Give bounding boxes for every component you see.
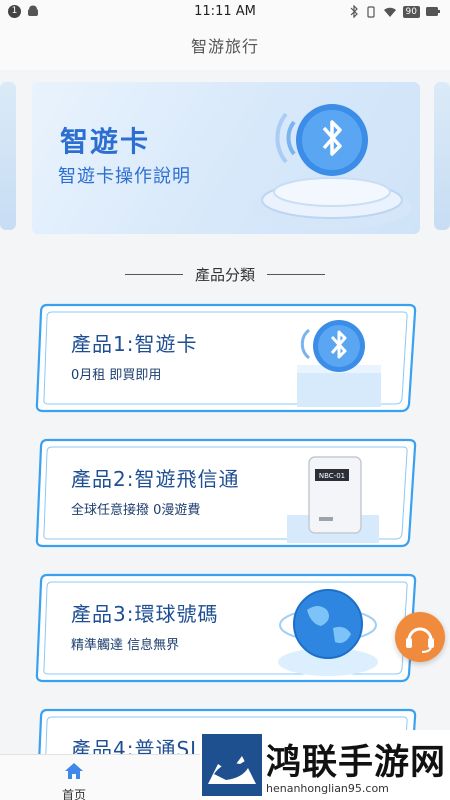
banner-title: 智遊卡 xyxy=(60,125,151,158)
device-icon: NBC-01 xyxy=(287,456,379,543)
banner-next-peek[interactable] xyxy=(434,82,450,230)
watermark-text: 鸿联手游网 xyxy=(266,742,447,783)
tab-home[interactable]: 首页 xyxy=(38,759,110,800)
product-title: 產品1:智遊卡 xyxy=(71,332,198,356)
product-subtitle: 全球任意接撥 0漫遊費 xyxy=(71,503,201,518)
bluetooth-coin-icon xyxy=(252,104,412,229)
wifi-icon xyxy=(383,7,396,17)
product-title: 產品2:智遊飛信通 xyxy=(71,467,240,491)
headset-icon xyxy=(406,627,434,653)
banner-slide[interactable]: 智遊卡 智遊卡操作說明 xyxy=(32,82,420,234)
vibrate-icon xyxy=(366,5,375,18)
divider xyxy=(124,273,183,275)
banner-subtitle: 智遊卡操作說明 xyxy=(58,166,191,187)
home-icon xyxy=(65,763,83,779)
battery-icon xyxy=(426,7,440,16)
page-title: 智游旅行 xyxy=(190,37,259,56)
customer-service-button[interactable] xyxy=(395,612,445,662)
battery-level: 90 xyxy=(402,5,420,18)
product-card-2[interactable]: 產品2:智遊飛信通 全球任意接撥 0漫遊費 NBC-01 xyxy=(33,437,419,549)
divider xyxy=(267,273,325,275)
product-card-1[interactable]: 產品1:智遊卡 0月租 即買即用 xyxy=(33,302,419,414)
product-subtitle: 精準觸達 信息無界 xyxy=(71,638,180,653)
watermark: 鸿联手游网 henanhonglian95.com xyxy=(200,730,450,800)
status-bar: 1 11:11 AM 90 xyxy=(0,0,450,24)
product-card-3[interactable]: 產品3:環球號碼 精準觸達 信息無界 xyxy=(33,572,419,684)
product-title: 產品3:環球號碼 xyxy=(71,602,219,626)
product-subtitle: 0月租 即買即用 xyxy=(71,368,162,383)
device-screen-label: NBC-01 xyxy=(319,472,345,480)
watermark-url: henanhonglian95.com xyxy=(266,782,389,795)
bull-logo-icon xyxy=(202,734,262,796)
bluetooth-status-icon xyxy=(350,5,358,18)
section-title: 產品分類 xyxy=(194,265,255,284)
tab-home-label: 首页 xyxy=(61,788,86,800)
section-header: 產品分類 xyxy=(0,262,450,286)
app-header: 智游旅行 xyxy=(0,24,450,70)
globe-icon xyxy=(278,589,378,676)
banner-prev-peek[interactable] xyxy=(0,82,16,230)
bluetooth-card-icon xyxy=(297,320,381,407)
